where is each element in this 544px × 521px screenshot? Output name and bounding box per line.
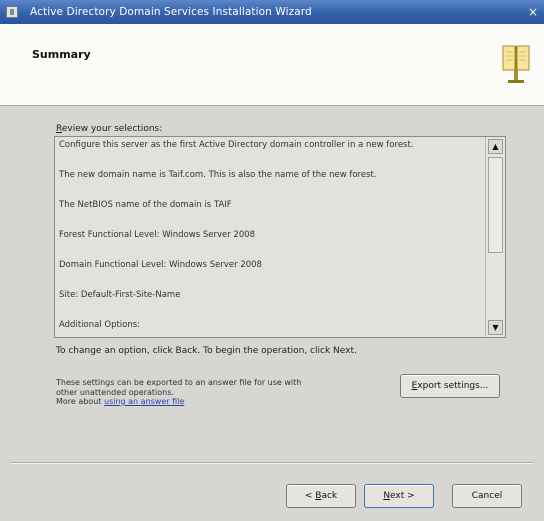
summary-line: Additional Options:: [59, 320, 141, 330]
summary-line: The NetBIOS name of the domain is TAIF: [59, 200, 232, 210]
summary-listbox[interactable]: Configure this server as the first Activ…: [54, 136, 506, 338]
wizard-content: Review your selections: Configure this s…: [0, 106, 544, 456]
change-instructions: To change an option, click Back. To begi…: [56, 346, 357, 356]
more-about-prefix: More about: [56, 397, 104, 406]
window-title: Active Directory Domain Services Install…: [30, 6, 312, 18]
answer-file-link[interactable]: using an answer file: [104, 397, 184, 406]
app-icon: [6, 6, 18, 18]
close-icon[interactable]: ×: [526, 5, 540, 19]
cancel-button[interactable]: Cancel: [452, 484, 522, 508]
summary-line: Domain Functional Level: Windows Server …: [59, 260, 262, 270]
summary-line: Forest Functional Level: Windows Server …: [59, 230, 256, 240]
summary-line: Site: Default-First-Site-Name: [59, 290, 181, 300]
summary-line: The new domain name is Taif.com. This is…: [59, 170, 377, 180]
vertical-scrollbar[interactable]: ▲ ▼: [485, 137, 505, 337]
page-title: Summary: [32, 48, 91, 61]
back-button[interactable]: < Back: [286, 484, 356, 508]
export-description: These settings can be exported to an ans…: [56, 378, 356, 407]
summary-lines: Configure this server as the first Activ…: [59, 139, 479, 337]
export-text-line2: other unattended operations.: [56, 387, 174, 397]
export-text-line1: These settings can be exported to an ans…: [56, 378, 302, 387]
review-selections-label: Review your selections:: [56, 124, 163, 134]
scroll-up-icon[interactable]: ▲: [488, 139, 503, 154]
more-about-line: More about using an answer file: [56, 397, 356, 407]
separator: [10, 462, 534, 464]
wizard-header: Summary: [0, 24, 544, 106]
scroll-down-icon[interactable]: ▼: [488, 320, 503, 335]
export-settings-button[interactable]: Export settings...: [400, 374, 500, 398]
scroll-thumb[interactable]: [488, 157, 503, 253]
book-icon: [502, 45, 530, 83]
summary-line: Configure this server as the first Activ…: [59, 140, 414, 150]
title-bar[interactable]: Active Directory Domain Services Install…: [0, 0, 544, 24]
next-button[interactable]: Next >: [364, 484, 434, 508]
